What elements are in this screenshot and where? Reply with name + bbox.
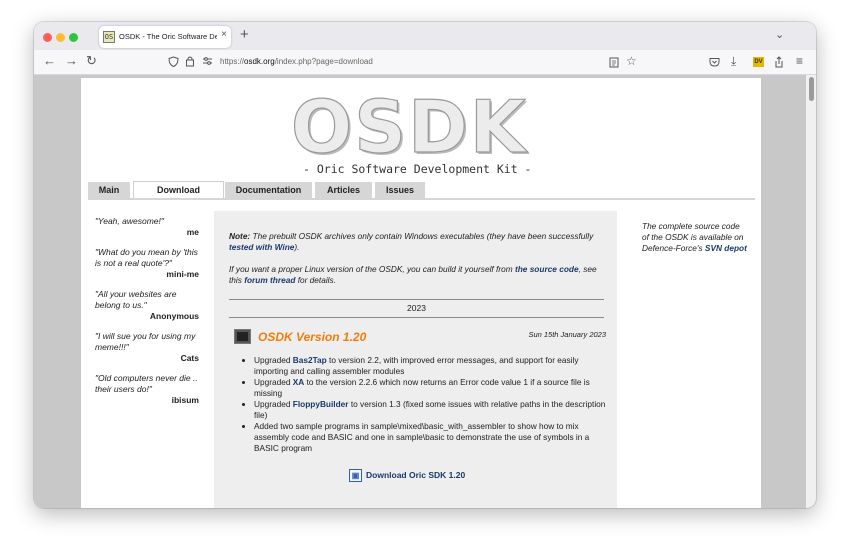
browser-window: OS OSDK - The Oric Software Devel × + ⌄ … <box>34 22 816 508</box>
quote-author: Anonymous <box>149 311 199 321</box>
svn-note: The complete source code of the OSDK is … <box>642 221 747 254</box>
site-subtitle: - Oric Software Development Kit - <box>303 162 532 176</box>
change-text: Upgraded <box>254 399 293 409</box>
quote-text: "Old computers never die .. their users … <box>95 373 198 394</box>
oric-computer-icon <box>234 329 251 344</box>
list-item: Added two sample programs in sample\mixe… <box>254 421 614 454</box>
quote-author: me <box>186 227 199 237</box>
tab-title: OSDK - The Oric Software Devel <box>119 32 217 41</box>
pocket-icon[interactable] <box>709 57 720 67</box>
changelog-list: Upgraded Bas2Tap to version 2.2, with im… <box>242 355 614 454</box>
share-icon[interactable] <box>774 56 784 68</box>
back-arrow-icon[interactable]: ← <box>43 53 56 68</box>
page-viewport: OSDK - Oric Software Development Kit - M… <box>34 75 816 508</box>
tab-issues[interactable]: Issues <box>375 182 425 198</box>
year-heading: 2023 <box>407 303 426 313</box>
site-logo[interactable]: OSDK <box>290 90 528 163</box>
url-bar[interactable]: https://osdk.org/index.php?page=download <box>220 57 373 66</box>
post-date: Sun 15th January 2023 <box>528 330 606 339</box>
zoom-window-button[interactable] <box>69 33 78 42</box>
linux-end: for details. <box>295 275 336 285</box>
post-title: OSDK Version 1.20 <box>258 330 367 344</box>
forward-arrow-icon[interactable]: → <box>65 53 78 68</box>
quote-author: ibisum <box>171 395 199 405</box>
url-domain: osdk.org <box>244 57 275 66</box>
tab-documentation[interactable]: Documentation <box>225 182 312 198</box>
quotes-column: "Yeah, awesome!" me "What do you mean by… <box>95 216 199 415</box>
floppy-disk-icon: ▣ <box>349 469 362 482</box>
bookmark-star-icon[interactable]: ☆ <box>626 54 637 68</box>
tab-close-icon[interactable]: × <box>221 29 227 40</box>
minimize-window-button[interactable] <box>56 33 65 42</box>
extension-icon[interactable]: DV <box>753 57 764 67</box>
note-paragraph: Note: The prebuilt OSDK archives only co… <box>229 231 607 253</box>
intro-text: Note: The prebuilt OSDK archives only co… <box>229 231 607 286</box>
quote-text: "All your websites are belong to us." <box>95 289 177 310</box>
quote-author: mini-me <box>166 269 199 279</box>
url-path: /index.php?page=download <box>274 57 373 66</box>
tab-bar: OS OSDK - The Oric Software Devel × + ⌄ <box>34 22 816 50</box>
quote-author: Cats <box>180 353 199 363</box>
forum-thread-link[interactable]: forum thread <box>244 275 295 285</box>
floppybuilder-link[interactable]: FloppyBuilder <box>293 399 349 409</box>
download-link[interactable]: ▣ Download Oric SDK 1.20 <box>349 469 465 482</box>
source-code-link[interactable]: the source code <box>515 264 579 274</box>
quote-text: "I will sue you for using my meme!!!" <box>95 331 196 352</box>
url-prefix: https:// <box>220 57 245 66</box>
change-text: Added two sample programs in sample\mixe… <box>254 421 590 453</box>
download-content: Note: The prebuilt OSDK archives only co… <box>214 211 617 508</box>
change-text: Upgraded <box>254 355 293 365</box>
linux-paragraph: If you want a proper Linux version of th… <box>229 264 607 286</box>
note-text: The prebuilt OSDK archives only contain … <box>250 231 594 241</box>
navigation-toolbar: ← → ↻ https://osdk.org/index.php?page=do… <box>34 50 816 75</box>
reload-icon[interactable]: ↻ <box>86 53 97 69</box>
change-text: Upgraded <box>254 377 293 387</box>
page-scrollbar[interactable] <box>806 75 816 508</box>
list-item: Upgraded FloppyBuilder to version 1.3 (f… <box>254 399 614 421</box>
tab-download[interactable]: Download <box>133 181 224 199</box>
wine-link[interactable]: tested with Wine <box>229 242 294 252</box>
svn-depot-link[interactable]: SVN depot <box>705 243 747 253</box>
browser-tab[interactable]: OS OSDK - The Oric Software Devel × <box>99 26 231 48</box>
linux-text: If you want a proper Linux version of th… <box>229 264 515 274</box>
menu-hamburger-icon[interactable]: ≡ <box>796 54 803 68</box>
note-label: Note: <box>229 231 251 241</box>
tab-articles[interactable]: Articles <box>315 182 372 198</box>
year-rule-top <box>229 299 604 300</box>
download-label[interactable]: Download Oric SDK 1.20 <box>366 470 465 480</box>
page-body: OSDK - Oric Software Development Kit - M… <box>81 78 761 508</box>
xa-link[interactable]: XA <box>293 377 305 387</box>
change-text: to the version 2.2.6 which now returns a… <box>254 377 590 398</box>
permissions-icon[interactable] <box>202 56 213 66</box>
reader-view-icon[interactable] <box>609 57 619 68</box>
year-rule-bottom <box>229 317 604 318</box>
menu-divider <box>88 198 755 200</box>
shield-icon[interactable] <box>168 56 179 67</box>
tab-list-chevron-icon[interactable]: ⌄ <box>775 28 784 41</box>
lock-icon[interactable] <box>185 55 195 67</box>
favicon-icon: OS <box>103 31 115 43</box>
quote-text: "What do you mean by 'this is not a real… <box>95 247 198 268</box>
list-item: Upgraded Bas2Tap to version 2.2, with im… <box>254 355 614 377</box>
quote-text: "Yeah, awesome!" <box>95 216 164 226</box>
scrollbar-thumb[interactable] <box>809 77 814 101</box>
list-item: Upgraded XA to the version 2.2.6 which n… <box>254 377 614 399</box>
close-window-button[interactable] <box>43 33 52 42</box>
bas2tap-link[interactable]: Bas2Tap <box>293 355 327 365</box>
tab-main[interactable]: Main <box>88 182 130 198</box>
note-end: ). <box>294 242 300 252</box>
new-tab-button[interactable]: + <box>240 26 249 43</box>
downloads-icon[interactable]: ⤓ <box>731 54 736 69</box>
